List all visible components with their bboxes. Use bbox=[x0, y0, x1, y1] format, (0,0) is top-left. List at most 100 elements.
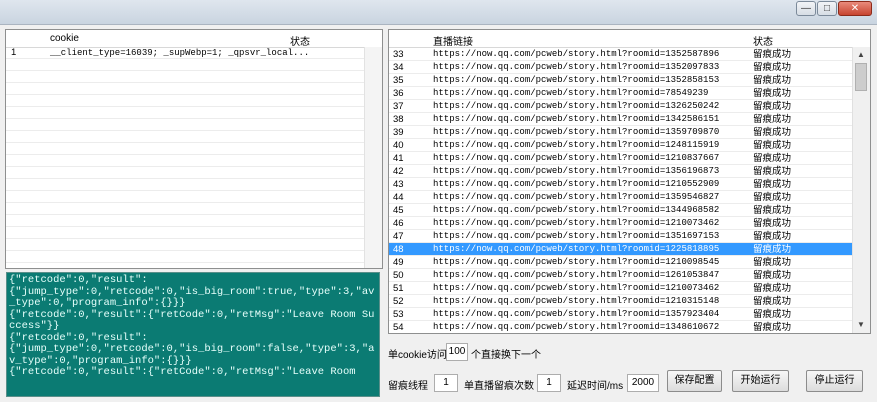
cookie-empty-row bbox=[6, 191, 365, 203]
room-row[interactable]: 35 https://now.qq.com/pcweb/story.html?ro… bbox=[389, 74, 852, 87]
cookie-empty-row bbox=[6, 215, 365, 227]
log-line: {"jump_type":0,"retcode":0,"is_big_room"… bbox=[9, 343, 375, 367]
log-line: {"retcode":0,"result":{"retCode":0,"retM… bbox=[9, 308, 375, 332]
row-number: 39 bbox=[393, 127, 404, 138]
per-room-count-label: 单直播留痕次数 bbox=[464, 381, 534, 392]
cookie-empty-row bbox=[6, 119, 365, 131]
cookie-status-column-header[interactable]: 状态 bbox=[290, 33, 310, 48]
room-row[interactable]: 45 https://now.qq.com/pcweb/story.html?ro… bbox=[389, 204, 852, 217]
scroll-thumb[interactable] bbox=[855, 63, 867, 91]
per-cookie-count-input[interactable]: 100 bbox=[446, 343, 468, 361]
scroll-up-icon[interactable]: ▲ bbox=[853, 48, 869, 62]
close-button[interactable]: ✕ bbox=[838, 1, 872, 16]
room-url: https://now.qq.com/pcweb/story.html?room… bbox=[433, 114, 720, 124]
save-config-button[interactable]: 保存配置 bbox=[667, 370, 722, 392]
room-status: 留痕成功 bbox=[753, 192, 792, 203]
scroll-down-icon[interactable]: ▼ bbox=[853, 318, 869, 332]
cookie-empty-row bbox=[6, 59, 365, 71]
delay-input[interactable]: 2000 bbox=[627, 374, 659, 392]
room-url: https://now.qq.com/pcweb/story.html?room… bbox=[433, 127, 720, 137]
room-url: https://now.qq.com/pcweb/story.html?room… bbox=[433, 309, 720, 319]
threads-input[interactable]: 1 bbox=[434, 374, 458, 392]
room-row[interactable]: 51 https://now.qq.com/pcweb/story.html?ro… bbox=[389, 282, 852, 295]
room-url: https://now.qq.com/pcweb/story.html?room… bbox=[433, 244, 720, 254]
room-status: 留痕成功 bbox=[753, 114, 792, 125]
room-row[interactable]: 43 https://now.qq.com/pcweb/story.html?ro… bbox=[389, 178, 852, 191]
room-url: https://now.qq.com/pcweb/story.html?room… bbox=[433, 179, 720, 189]
row-number: 44 bbox=[393, 192, 404, 203]
room-status: 留痕成功 bbox=[753, 218, 792, 229]
row-number: 48 bbox=[393, 244, 404, 255]
cookie-empty-row bbox=[6, 131, 365, 143]
room-status: 留痕成功 bbox=[753, 75, 792, 86]
room-url-column-header[interactable]: 直播链接 bbox=[433, 33, 473, 48]
row-number: 54 bbox=[393, 322, 404, 333]
room-url: https://now.qq.com/pcweb/story.html?room… bbox=[433, 322, 720, 332]
row-number: 50 bbox=[393, 270, 404, 281]
room-status: 留痕成功 bbox=[753, 257, 792, 268]
row-number: 40 bbox=[393, 140, 404, 151]
cookie-empty-row bbox=[6, 167, 365, 179]
per-room-count-input[interactable]: 1 bbox=[537, 374, 561, 392]
log-line: {"retcode":0,"result": bbox=[9, 274, 148, 286]
row-number: 38 bbox=[393, 114, 404, 125]
row-number: 36 bbox=[393, 88, 404, 99]
row-number: 42 bbox=[393, 166, 404, 177]
row-number: 45 bbox=[393, 205, 404, 216]
row-number: 46 bbox=[393, 218, 404, 229]
room-table-scrollbar[interactable]: ▲ ▼ bbox=[852, 47, 870, 333]
cookie-table-vscroll-track[interactable] bbox=[364, 47, 382, 268]
room-row[interactable]: 41 https://now.qq.com/pcweb/story.html?ro… bbox=[389, 152, 852, 165]
room-row[interactable]: 48 https://now.qq.com/pcweb/story.html?ro… bbox=[389, 243, 852, 256]
minimize-button[interactable]: — bbox=[796, 1, 816, 16]
room-row[interactable]: 34 https://now.qq.com/pcweb/story.html?ro… bbox=[389, 61, 852, 74]
room-status: 留痕成功 bbox=[753, 166, 792, 177]
room-row[interactable]: 54 https://now.qq.com/pcweb/story.html?ro… bbox=[389, 321, 852, 333]
row-number: 52 bbox=[393, 296, 404, 307]
maximize-button[interactable]: □ bbox=[817, 1, 837, 16]
room-row[interactable]: 36 https://now.qq.com/pcweb/story.html?ro… bbox=[389, 87, 852, 100]
cookie-empty-row bbox=[6, 203, 365, 215]
room-row[interactable]: 33 https://now.qq.com/pcweb/story.html?ro… bbox=[389, 48, 852, 61]
room-table[interactable]: 直播链接 状态 33 https://now.qq.com/pcweb/story… bbox=[388, 29, 871, 334]
row-number: 1 bbox=[11, 47, 17, 58]
room-row[interactable]: 50 https://now.qq.com/pcweb/story.html?ro… bbox=[389, 269, 852, 282]
room-status: 留痕成功 bbox=[753, 205, 792, 216]
room-url: https://now.qq.com/pcweb/story.html?room… bbox=[433, 205, 720, 215]
room-row[interactable]: 38 https://now.qq.com/pcweb/story.html?ro… bbox=[389, 113, 852, 126]
cookie-empty-row bbox=[6, 155, 365, 167]
room-status: 留痕成功 bbox=[753, 309, 792, 320]
room-url: https://now.qq.com/pcweb/story.html?room… bbox=[433, 75, 720, 85]
room-row[interactable]: 42 https://now.qq.com/pcweb/story.html?ro… bbox=[389, 165, 852, 178]
room-row[interactable]: 49 https://now.qq.com/pcweb/story.html?ro… bbox=[389, 256, 852, 269]
room-status: 留痕成功 bbox=[753, 49, 792, 60]
room-row[interactable]: 37 https://now.qq.com/pcweb/story.html?ro… bbox=[389, 100, 852, 113]
room-url: https://now.qq.com/pcweb/story.html?room… bbox=[433, 166, 720, 176]
log-line: {"retcode":0,"result":{"retCode":0,"retM… bbox=[9, 366, 356, 378]
log-output[interactable]: {"retcode":0,"result": {"jump_type":0,"re… bbox=[6, 272, 380, 397]
room-row[interactable]: 47 https://now.qq.com/pcweb/story.html?ro… bbox=[389, 230, 852, 243]
room-status: 留痕成功 bbox=[753, 283, 792, 294]
cookie-row[interactable]: 1 __client_type=16039; _supWebp=1; _qpsvr… bbox=[6, 47, 365, 59]
row-number: 34 bbox=[393, 62, 404, 73]
cookie-empty-row bbox=[6, 83, 365, 95]
room-status: 留痕成功 bbox=[753, 296, 792, 307]
room-row[interactable]: 52 https://now.qq.com/pcweb/story.html?ro… bbox=[389, 295, 852, 308]
cookie-table[interactable]: cookie 状态 1 __client_type=16039; _supWebp… bbox=[5, 29, 383, 269]
room-url: https://now.qq.com/pcweb/story.html?room… bbox=[433, 192, 720, 202]
room-url: https://now.qq.com/pcweb/story.html?room… bbox=[433, 283, 720, 293]
start-button[interactable]: 开始运行 bbox=[732, 370, 789, 392]
row-number: 49 bbox=[393, 257, 404, 268]
room-row[interactable]: 39 https://now.qq.com/pcweb/story.html?ro… bbox=[389, 126, 852, 139]
cookie-column-header[interactable]: cookie bbox=[50, 33, 79, 44]
room-row[interactable]: 46 https://now.qq.com/pcweb/story.html?ro… bbox=[389, 217, 852, 230]
room-url: https://now.qq.com/pcweb/story.html?room… bbox=[433, 257, 720, 267]
threads-label: 留痕线程 bbox=[388, 381, 428, 392]
room-status-column-header[interactable]: 状态 bbox=[753, 33, 773, 48]
row-number: 53 bbox=[393, 309, 404, 320]
room-row[interactable]: 40 https://now.qq.com/pcweb/story.html?ro… bbox=[389, 139, 852, 152]
stop-button[interactable]: 停止运行 bbox=[806, 370, 863, 392]
log-line: {"jump_type":0,"retcode":0,"is_big_room"… bbox=[9, 285, 375, 309]
room-row[interactable]: 44 https://now.qq.com/pcweb/story.html?ro… bbox=[389, 191, 852, 204]
room-row[interactable]: 53 https://now.qq.com/pcweb/story.html?ro… bbox=[389, 308, 852, 321]
